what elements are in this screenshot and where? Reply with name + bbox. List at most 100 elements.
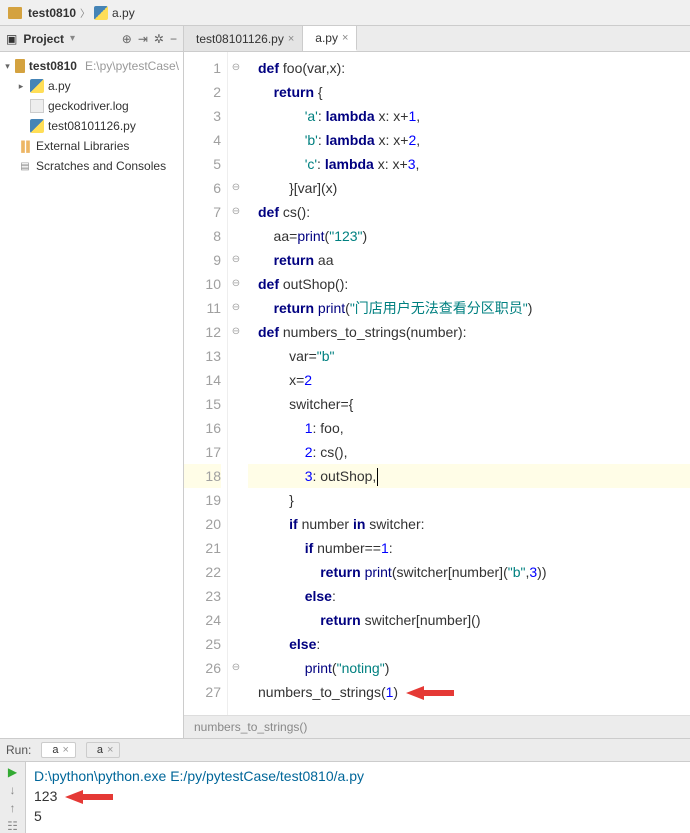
- fold-marker[interactable]: ⊖: [228, 656, 244, 680]
- tree-item[interactable]: External Libraries: [0, 136, 183, 156]
- filter-icon[interactable]: ☷: [7, 819, 18, 833]
- breadcrumb-root[interactable]: test0810: [28, 6, 76, 20]
- line-number[interactable]: 17: [184, 440, 221, 464]
- fold-marker[interactable]: ⊖: [228, 200, 244, 224]
- line-number[interactable]: 8: [184, 224, 221, 248]
- code-line[interactable]: switcher={: [248, 392, 690, 416]
- code-line[interactable]: else:: [248, 584, 690, 608]
- fold-marker[interactable]: ⊖: [228, 248, 244, 272]
- run-tab[interactable]: a ×: [86, 742, 121, 758]
- code-content[interactable]: def foo(var,x): return { 'a': lambda x: …: [244, 52, 690, 715]
- code-line[interactable]: def foo(var,x):: [248, 56, 690, 80]
- line-number[interactable]: 23: [184, 584, 221, 608]
- fold-gutter[interactable]: ⊖⊖⊖⊖⊖⊖⊖⊖: [228, 52, 244, 715]
- code-line[interactable]: var="b": [248, 344, 690, 368]
- code-line[interactable]: if number==1:: [248, 536, 690, 560]
- expand-icon[interactable]: ▾: [4, 61, 11, 72]
- line-number[interactable]: 6: [184, 176, 221, 200]
- line-number[interactable]: 27: [184, 680, 221, 704]
- line-number[interactable]: 3: [184, 104, 221, 128]
- project-tree[interactable]: ▾test0810E:\py\pytestCase\▸a.pygeckodriv…: [0, 52, 183, 180]
- code-line[interactable]: print("noting"): [248, 656, 690, 680]
- code-line[interactable]: 'c': lambda x: x+3,: [248, 152, 690, 176]
- line-number[interactable]: 21: [184, 536, 221, 560]
- code-line[interactable]: }[var](x): [248, 176, 690, 200]
- line-number[interactable]: 4: [184, 128, 221, 152]
- gear-icon[interactable]: ✲: [154, 32, 164, 46]
- line-number[interactable]: 2: [184, 80, 221, 104]
- code-editor[interactable]: 1234567891011121314151617181920212223242…: [184, 52, 690, 715]
- collapse-icon[interactable]: ⇥: [138, 32, 148, 46]
- target-icon[interactable]: ⊕: [122, 32, 132, 46]
- editor-breadcrumb[interactable]: numbers_to_strings(): [184, 715, 690, 738]
- code-line[interactable]: 2: cs(),: [248, 440, 690, 464]
- line-number[interactable]: 16: [184, 416, 221, 440]
- line-number[interactable]: 15: [184, 392, 221, 416]
- editor-tabs: test08101126.py×a.py×: [184, 26, 690, 52]
- expand-icon[interactable]: ▸: [16, 81, 26, 92]
- tree-item[interactable]: geckodriver.log: [0, 96, 183, 116]
- rerun-icon[interactable]: ▶: [8, 765, 17, 779]
- breadcrumb-file[interactable]: a.py: [112, 6, 135, 20]
- line-gutter[interactable]: 1234567891011121314151617181920212223242…: [184, 52, 228, 715]
- code-line[interactable]: x=2: [248, 368, 690, 392]
- line-number[interactable]: 10: [184, 272, 221, 296]
- close-icon[interactable]: ×: [107, 744, 113, 756]
- line-number[interactable]: 9: [184, 248, 221, 272]
- code-line[interactable]: return {: [248, 80, 690, 104]
- fold-marker[interactable]: ⊖: [228, 56, 244, 80]
- line-number[interactable]: 19: [184, 488, 221, 512]
- close-icon[interactable]: ×: [288, 33, 294, 45]
- line-number[interactable]: 1: [184, 56, 221, 80]
- tree-item[interactable]: ▸a.py: [0, 76, 183, 96]
- stop-down-icon[interactable]: ↓: [10, 783, 16, 797]
- code-line[interactable]: return switcher[number](): [248, 608, 690, 632]
- code-line[interactable]: def outShop():: [248, 272, 690, 296]
- line-number[interactable]: 24: [184, 608, 221, 632]
- tree-item[interactable]: ▾test0810E:\py\pytestCase\: [0, 56, 183, 76]
- line-number[interactable]: 11: [184, 296, 221, 320]
- chevron-down-icon[interactable]: ▾: [70, 33, 75, 44]
- fold-marker[interactable]: ⊖: [228, 176, 244, 200]
- fold-marker[interactable]: ⊖: [228, 296, 244, 320]
- code-line[interactable]: 1: foo,: [248, 416, 690, 440]
- code-line[interactable]: }: [248, 488, 690, 512]
- line-number[interactable]: 12: [184, 320, 221, 344]
- stop-up-icon[interactable]: ↑: [10, 801, 16, 815]
- code-line[interactable]: def cs():: [248, 200, 690, 224]
- hide-icon[interactable]: −: [170, 32, 177, 46]
- close-icon[interactable]: ×: [62, 744, 68, 756]
- tree-item[interactable]: test08101126.py: [0, 116, 183, 136]
- code-line[interactable]: return print(switcher[number]("b",3)): [248, 560, 690, 584]
- run-tab-active[interactable]: a ×: [41, 742, 76, 758]
- fold-marker[interactable]: ⊖: [228, 320, 244, 344]
- code-line[interactable]: return aa: [248, 248, 690, 272]
- code-line[interactable]: def numbers_to_strings(number):: [248, 320, 690, 344]
- fold-marker: [228, 104, 244, 128]
- code-line[interactable]: 3: outShop,: [248, 464, 690, 488]
- line-number[interactable]: 26: [184, 656, 221, 680]
- line-number[interactable]: 22: [184, 560, 221, 584]
- fold-marker[interactable]: ⊖: [228, 272, 244, 296]
- editor-tab[interactable]: a.py×: [303, 26, 357, 51]
- code-line[interactable]: aa=print("123"): [248, 224, 690, 248]
- code-line[interactable]: else:: [248, 632, 690, 656]
- code-line[interactable]: 'b': lambda x: x+2,: [248, 128, 690, 152]
- editor-pane: test08101126.py×a.py× 123456789101112131…: [184, 26, 690, 738]
- code-line[interactable]: numbers_to_strings(1): [248, 680, 690, 704]
- tree-item[interactable]: Scratches and Consoles: [0, 156, 183, 176]
- line-number[interactable]: 13: [184, 344, 221, 368]
- line-number[interactable]: 18: [184, 464, 221, 488]
- line-number[interactable]: 20: [184, 512, 221, 536]
- run-console[interactable]: D:\python\python.exe E:/py/pytestCase/te…: [26, 762, 690, 833]
- line-number[interactable]: 14: [184, 368, 221, 392]
- scr-icon: [18, 159, 32, 173]
- line-number[interactable]: 25: [184, 632, 221, 656]
- editor-tab[interactable]: test08101126.py×: [184, 26, 303, 51]
- close-icon[interactable]: ×: [342, 32, 348, 44]
- line-number[interactable]: 7: [184, 200, 221, 224]
- line-number[interactable]: 5: [184, 152, 221, 176]
- code-line[interactable]: 'a': lambda x: x+1,: [248, 104, 690, 128]
- code-line[interactable]: if number in switcher:: [248, 512, 690, 536]
- code-line[interactable]: return print("门店用户无法查看分区职员"): [248, 296, 690, 320]
